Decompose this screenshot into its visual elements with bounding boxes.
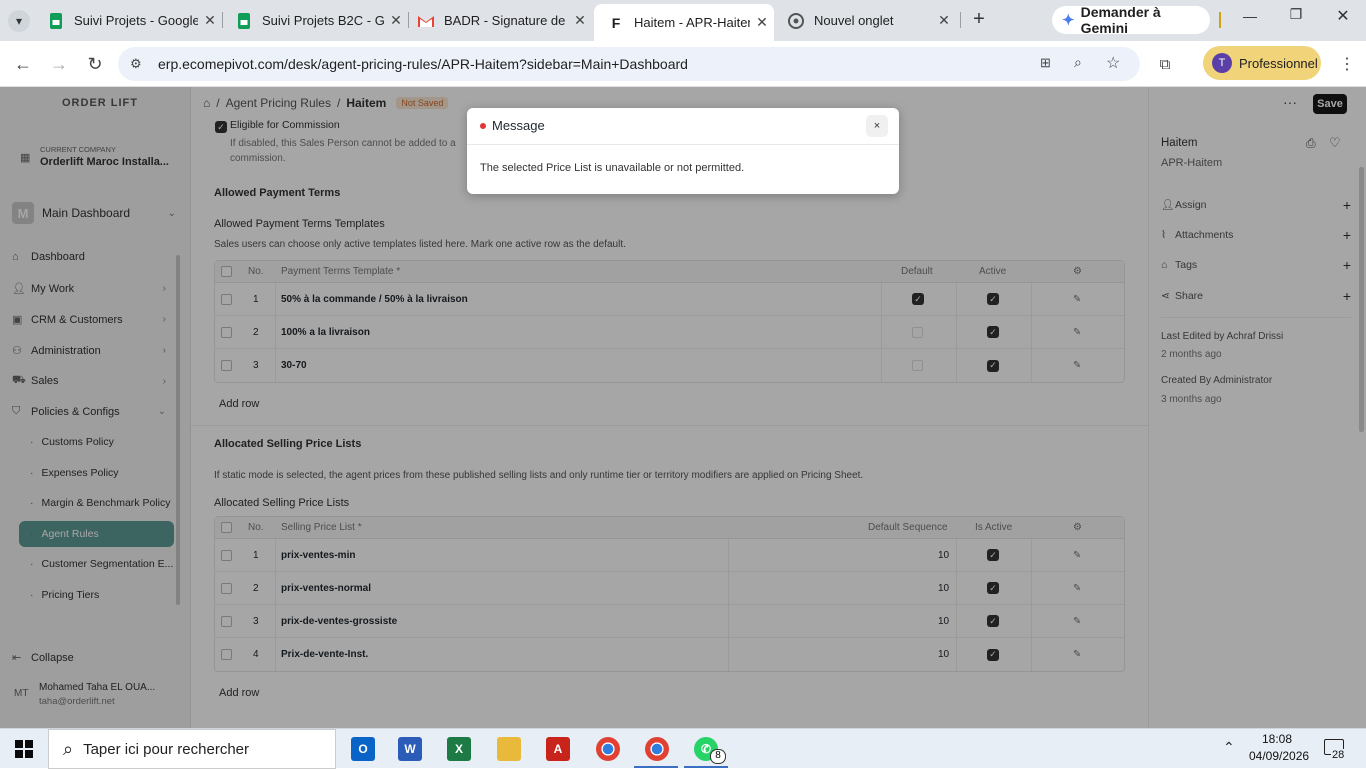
tab-title: Nouvel onglet — [814, 13, 894, 28]
message-dialog: Message × The selected Price List is una… — [467, 108, 899, 194]
browser-tab-4-active[interactable]: F Haitem - APR-Haitem ✕ — [594, 4, 774, 41]
outlook-icon[interactable]: O — [351, 737, 375, 761]
google-sheets-icon — [236, 12, 252, 29]
chrome-icon — [788, 12, 804, 29]
tab-title: Suivi Projets B2C - Go — [262, 13, 384, 28]
tray-chevron-up-icon[interactable]: ⌃ — [1223, 739, 1235, 756]
restore-icon[interactable]: ❐ — [1286, 6, 1306, 23]
browser-tab-3[interactable]: BADR - Signature de ✕ — [404, 4, 592, 37]
dialog-header: Message × — [467, 108, 899, 145]
close-tab-icon[interactable]: ✕ — [932, 12, 956, 29]
address-bar-row: ← → ↻ ⚙ erp.ecomepivot.com/desk/agent-pr… — [0, 41, 1366, 87]
omnibox[interactable]: ⚙ erp.ecomepivot.com/desk/agent-pricing-… — [118, 47, 1140, 81]
browser-tab-1[interactable]: Suivi Projets - Google ✕ — [34, 4, 222, 37]
windows-start-icon[interactable] — [15, 740, 33, 761]
dialog-message: The selected Price List is unavailable o… — [480, 162, 745, 174]
extensions-icon[interactable]: ⧉ — [1154, 53, 1176, 75]
profile-label: Professionnel — [1239, 55, 1318, 71]
notification-count: 28 — [1331, 749, 1346, 761]
close-window-icon[interactable]: ✕ — [1333, 6, 1353, 26]
forward-arrow-icon[interactable]: → — [48, 53, 70, 75]
site-settings-icon[interactable]: ⚙ — [130, 56, 142, 72]
gemini-star-icon: ✦ — [1062, 12, 1075, 29]
minimize-icon[interactable]: — — [1240, 8, 1260, 24]
tab-title: Suivi Projets - Google — [74, 13, 198, 28]
tab-title: Haitem - APR-Haitem — [634, 15, 750, 30]
error-indicator-icon — [480, 123, 486, 129]
gmail-icon — [418, 13, 434, 29]
taskbar-search-placeholder: Taper ici pour rechercher — [83, 740, 250, 758]
taskbar-date[interactable]: 04/09/2026 — [1249, 749, 1309, 763]
profile-avatar: T — [1212, 53, 1232, 73]
url-text[interactable]: erp.ecomepivot.com/desk/agent-pricing-ru… — [158, 56, 688, 72]
windows-taskbar: ⌕ Taper ici pour rechercher O W X A ✆ 8 … — [0, 728, 1366, 769]
taskbar-search[interactable]: ⌕ Taper ici pour rechercher — [48, 729, 336, 769]
dialog-title: Message — [492, 118, 545, 133]
word-icon[interactable]: W — [398, 737, 422, 761]
chrome-taskbar-icon[interactable] — [596, 737, 620, 761]
close-tab-icon[interactable]: ✕ — [750, 14, 774, 31]
excel-icon[interactable]: X — [447, 737, 471, 761]
browser-tab-2[interactable]: Suivi Projets B2C - Go ✕ — [222, 4, 408, 37]
file-explorer-icon[interactable] — [497, 737, 521, 761]
translate-icon[interactable]: ⊞ — [1040, 55, 1051, 71]
tab-search-dropdown-icon[interactable]: ▾ — [8, 10, 30, 32]
back-arrow-icon[interactable]: ← — [12, 53, 34, 75]
reload-icon[interactable]: ↻ — [84, 53, 106, 75]
gemini-button[interactable]: ✦ Demander à Gemini — [1052, 4, 1210, 36]
close-dialog-button[interactable]: × — [866, 115, 888, 137]
close-tab-icon[interactable]: ✕ — [198, 12, 222, 29]
close-tab-icon[interactable]: ✕ — [568, 12, 592, 29]
new-tab-icon[interactable]: + — [968, 8, 990, 32]
chrome-menu-icon[interactable]: ⋮ — [1336, 53, 1358, 75]
acrobat-icon[interactable]: A — [546, 737, 570, 761]
whatsapp-badge: 8 — [710, 749, 726, 764]
frappe-icon: F — [611, 14, 621, 31]
chrome-profile-taskbar-icon[interactable] — [645, 737, 669, 761]
gemini-label: Demander à Gemini — [1080, 4, 1161, 36]
browser-tab-5[interactable]: Nouvel onglet ✕ — [774, 4, 956, 37]
bookmark-star-icon[interactable]: ☆ — [1106, 53, 1120, 73]
taskbar-time[interactable]: 18:08 — [1262, 732, 1292, 746]
profile-button[interactable]: T Professionnel — [1203, 46, 1321, 80]
google-sheets-icon — [48, 12, 64, 29]
search-icon: ⌕ — [63, 738, 74, 759]
tab-title: BADR - Signature de — [444, 13, 566, 28]
browser-tab-bar: ▾ Suivi Projets - Google ✕ Suivi Projets… — [0, 0, 1366, 41]
zoom-icon[interactable]: ⌕ — [1074, 54, 1082, 71]
